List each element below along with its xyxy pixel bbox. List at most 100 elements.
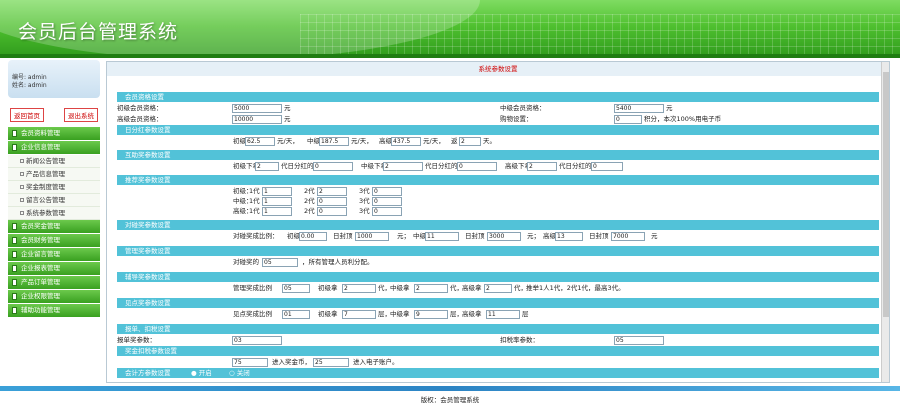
gen2-input[interactable]: 0 [317,197,347,206]
shop-input[interactable]: 0 [614,115,642,124]
account-off-radio[interactable]: ○ 关闭 [229,368,250,378]
row-mutual: 初级下拿 2 代日分红的 0 中级下拿 2 代日分红的 0 高级下拿 2 代日分… [117,161,879,172]
point-rate-input[interactable]: 01 [282,310,310,319]
gen1-input[interactable]: 1 [262,187,292,196]
submenu-messages[interactable]: 留言公告管理 [8,194,100,207]
menu-member-data[interactable]: 会员资料管理 [8,127,100,140]
tax-input[interactable]: 05 [614,336,664,345]
bullet-icon [20,159,24,163]
top-buttons: 返回首页 退出系统 [8,108,100,122]
point-junior-input[interactable]: 7 [342,310,376,319]
submenu-system-params[interactable]: 系统参数管理 [8,207,100,220]
gen2-input[interactable]: 2 [317,187,347,196]
point-senior-input[interactable]: 11 [486,310,520,319]
daily-mid-input[interactable]: 187.5 [319,137,349,146]
daily-return-label: 返 [451,137,458,145]
mutual-junior-input[interactable]: 2 [255,162,279,171]
user-id: 编号: admin [12,74,47,81]
menu-label: 企业留言管理 [21,250,60,258]
bonus-account-input[interactable]: 25 [313,358,349,367]
collision-mid-cap-input[interactable]: 3000 [487,232,521,241]
submenu-products[interactable]: 产品信息管理 [8,168,100,181]
shop-note: 积分，本次100%用电子币 [644,115,722,123]
gen3-input[interactable]: 0 [372,207,402,216]
collision-mid-input[interactable]: 11 [425,232,459,241]
daily-junior-input[interactable]: 62.5 [245,137,275,146]
menu-member-bonus[interactable]: 会员奖金管理 [8,220,100,233]
daily-senior-unit: 元/天， [423,137,445,145]
account-on-radio[interactable]: ● 开启 [191,368,212,378]
menu-icon [12,130,17,137]
menu-label: 辅助功能管理 [21,306,60,314]
collision-senior-cap-label: 日封顶 [589,232,609,240]
daily-senior-input[interactable]: 437.5 [391,137,421,146]
tutor-junior-input[interactable]: 2 [342,284,376,293]
mutual-mid-unit: 代日分红的 [425,162,458,170]
daily-return-input[interactable]: 2 [459,137,481,146]
tutor-senior-input[interactable]: 2 [484,284,512,293]
junior-input[interactable]: 5000 [232,104,282,113]
menu-auxiliary[interactable]: 辅助功能管理 [8,304,100,317]
report-input[interactable]: 03 [232,336,282,345]
user-name: 姓名: admin [12,82,47,89]
collision-junior-cap-label: 日封顶 [333,232,353,240]
bonus-coin-input[interactable]: 75 [232,358,268,367]
footer-text: 版权：会员管理系统 [420,396,480,404]
collision-junior-cap-input[interactable]: 1000 [355,232,389,241]
collision-senior-input[interactable]: 13 [555,232,583,241]
point-senior-label: 高级拿 [462,310,482,318]
mutual-senior-input[interactable]: 2 [527,162,557,171]
menu-product-orders[interactable]: 产品订单管理 [8,276,100,289]
sidebar: 编号: admin 姓名: admin 返回首页 退出系统 会员资料管理 企业信… [8,60,100,382]
menu-company-reports[interactable]: 企业报表管理 [8,262,100,275]
senior-input[interactable]: 10000 [232,115,282,124]
submenu-label: 系统参数管理 [26,209,65,217]
manage-input[interactable]: 05 [262,258,298,267]
submenu-news[interactable]: 新闻公告管理 [8,155,100,168]
scrollbar[interactable] [881,62,889,382]
mutual-senior-rate[interactable]: 0 [591,162,623,171]
account-on-label: 开启 [198,369,212,377]
gen3-input[interactable]: 0 [372,197,402,206]
menu-member-finance[interactable]: 会员财务管理 [8,234,100,247]
mid-label: 中级会员资格： [500,104,546,112]
point-mid-input[interactable]: 9 [414,310,448,319]
section-report-tax: 报单、扣税设置 [117,324,879,334]
report-label: 报单奖参数： [117,336,156,344]
menu-icon [12,251,17,258]
menu-label: 会员资料管理 [21,129,60,137]
mutual-mid-rate[interactable]: 0 [457,162,497,171]
gen1-input[interactable]: 1 [262,207,292,216]
menu-icon [12,307,17,314]
collision-senior-cap-input[interactable]: 7000 [611,232,645,241]
submenu-label: 奖金制度管理 [26,183,65,191]
menu-company-info[interactable]: 企业信息管理 [8,141,100,154]
menu-company-messages[interactable]: 企业留言管理 [8,248,100,261]
row-recommend-senior: 高级： 1代 1 2代 0 3代 0 [117,206,879,216]
header-grid-pattern [300,14,900,54]
gen2-label: 2代 [304,207,315,215]
submenu-bonus-rules[interactable]: 奖金制度管理 [8,181,100,194]
menu-company-permissions[interactable]: 企业权限管理 [8,290,100,303]
gen2-input[interactable]: 0 [317,207,347,216]
collision-junior-input[interactable]: 0.00 [299,232,327,241]
scrollbar-thumb[interactable] [883,72,889,317]
gen3-input[interactable]: 0 [372,187,402,196]
home-button[interactable]: 返回首页 [10,108,44,122]
daily-mid-unit: 元/天， [351,137,373,145]
mutual-junior-rate[interactable]: 0 [313,162,353,171]
section-membership: 会员资格设置 [117,92,879,102]
tutor-junior-label: 初级拿 [318,284,338,292]
gen1-input[interactable]: 1 [262,197,292,206]
mutual-mid-input[interactable]: 2 [383,162,423,171]
mid-input[interactable]: 5400 [614,104,664,113]
sidebar-menu: 会员资料管理 企业信息管理 新闻公告管理 产品信息管理 奖金制度管理 留言公告管… [8,127,100,317]
gen1-label: 1代 [249,207,260,215]
exit-button[interactable]: 退出系统 [64,108,98,122]
tutor-senior-label: 高级拿 [462,284,482,292]
tutor-mid-input[interactable]: 2 [414,284,448,293]
menu-label: 会员奖金管理 [21,222,60,230]
row-recommend-junior: 初级： 1代 1 2代 2 3代 0 [117,186,879,196]
mutual-junior-unit: 代日分红的 [281,162,314,170]
tutor-rate-input[interactable]: 05 [282,284,310,293]
